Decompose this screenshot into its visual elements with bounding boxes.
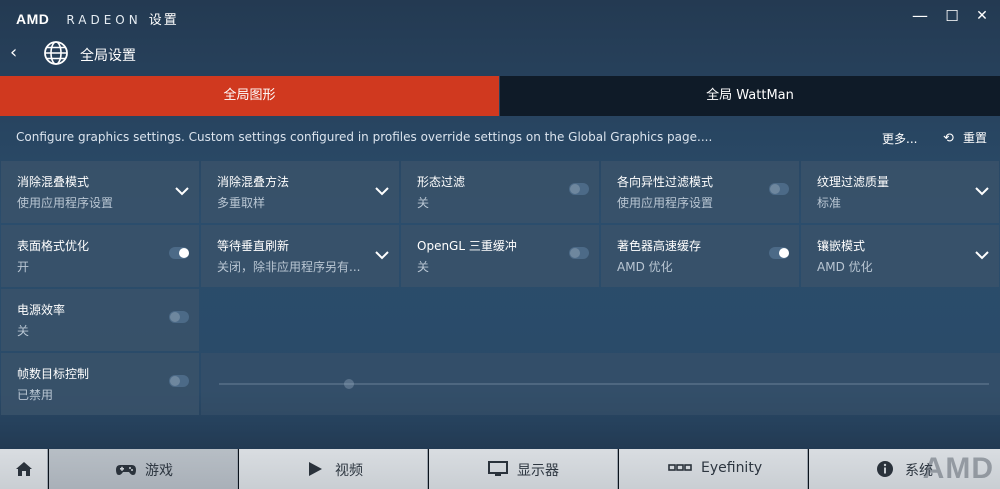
setting-value: 关 — [417, 260, 430, 274]
setting-tile[interactable]: 各向异性过滤模式 使用应用程序设置 — [601, 161, 799, 223]
setting-label: 著色器高速缓存 — [617, 239, 702, 253]
chevron-down-icon[interactable] — [175, 181, 189, 196]
setting-tile[interactable]: 电源效率关 — [1, 289, 199, 351]
maximize-button[interactable]: ☐ — [942, 6, 962, 26]
amd-watermark-logo: AMD — [922, 452, 994, 485]
close-button[interactable]: ✕ — [972, 6, 992, 26]
toggle-knob — [770, 184, 780, 194]
page-title: 全局设置 — [80, 48, 136, 64]
info-icon — [875, 459, 895, 479]
setting-tile[interactable]: 形态过滤关 — [401, 161, 599, 223]
reset-button[interactable]: ⟲ 重置 — [943, 129, 987, 146]
reset-icon: ⟲ — [943, 131, 954, 146]
title-bar: AMD RADEON 设置 — ☐ ✕ — [0, 0, 1000, 34]
nav-eyefinity[interactable]: Eyefinity — [619, 449, 808, 489]
setting-tile[interactable]: 消除混叠模式使用应用程序设置 — [1, 161, 199, 223]
chevron-down-icon[interactable] — [375, 181, 389, 196]
play-icon — [305, 459, 325, 479]
setting-tile[interactable]: 镶嵌模式 AMD 优化 — [801, 225, 999, 287]
setting-tile[interactable]: 著色器高速缓存 AMD 优化 — [601, 225, 799, 287]
globe-icon — [43, 40, 69, 66]
setting-tile[interactable]: 纹理过滤质量 标准 — [801, 161, 999, 223]
nav-games-label: 游戏 — [145, 463, 173, 479]
setting-value: 开 — [17, 260, 30, 274]
setting-label: 帧数目标控制 — [17, 367, 90, 381]
setting-label: 消除混叠模式 — [17, 175, 90, 189]
amd-logo: AMD — [16, 11, 50, 27]
setting-value: 多重取样 — [217, 196, 266, 210]
chevron-down-icon[interactable] — [375, 245, 389, 260]
setting-tile[interactable]: 表面格式优化开 — [1, 225, 199, 287]
info-bar: Configure graphics settings. Custom sett… — [0, 118, 1000, 158]
setting-label: 等待垂直刷新 — [217, 239, 290, 253]
nav-display-label: 显示器 — [517, 463, 559, 479]
setting-value: 标准 — [817, 196, 842, 210]
setting-label: 电源效率 — [17, 303, 66, 317]
app-brand: AMD RADEON 设置 — [16, 9, 179, 28]
home-icon — [14, 459, 34, 479]
toggle-switch[interactable] — [769, 247, 789, 259]
setting-tile[interactable]: 帧数目标控制 已禁用 — [1, 353, 199, 415]
setting-tile[interactable]: 等待垂直刷新关闭，除非应用程序另有... — [201, 225, 399, 287]
frame-target-slider[interactable] — [201, 353, 1000, 415]
toggle-knob — [170, 312, 180, 322]
setting-label: 纹理过滤质量 — [817, 175, 890, 189]
tab-global-graphics[interactable]: 全局图形 — [0, 76, 499, 116]
setting-label: 各向异性过滤模式 — [617, 175, 714, 189]
tab-global-wattman[interactable]: 全局 WattMan — [500, 76, 1000, 116]
setting-value: 使用应用程序设置 — [617, 196, 714, 210]
nav-games[interactable]: 游戏 — [49, 449, 238, 489]
tab-bar: 全局图形 全局 WattMan — [0, 76, 1000, 116]
setting-label: 镶嵌模式 — [817, 239, 866, 253]
setting-tile[interactable]: 消除混叠方法 多重取样 — [201, 161, 399, 223]
slider-knob[interactable] — [344, 379, 354, 389]
gamepad-icon — [115, 459, 136, 479]
toggle-switch[interactable] — [569, 183, 589, 195]
toggle-switch[interactable] — [169, 247, 189, 259]
toggle-switch[interactable] — [169, 375, 189, 387]
chevron-down-icon[interactable] — [975, 245, 989, 260]
setting-value: 关 — [417, 196, 430, 210]
page-header: ‹ 全局设置 — [0, 34, 1000, 74]
toggle-knob — [170, 376, 180, 386]
setting-value: 使用应用程序设置 — [17, 196, 114, 210]
radeon-label: RADEON — [66, 13, 142, 27]
nav-video-label: 视频 — [335, 463, 363, 479]
bottom-nav: 游戏 视频 显示器 Eyefinity 系统 AMD — [0, 449, 1000, 489]
toggle-switch[interactable] — [569, 247, 589, 259]
reset-label: 重置 — [963, 131, 988, 145]
toggle-switch[interactable] — [769, 183, 789, 195]
home-button[interactable] — [0, 449, 48, 489]
setting-tile[interactable]: OpenGL 三重缓冲关 — [401, 225, 599, 287]
nav-system[interactable]: 系统 AMD — [809, 449, 1000, 489]
setting-value: 关 — [17, 324, 30, 338]
setting-label: 形态过滤 — [417, 175, 466, 189]
setting-value: AMD 优化 — [617, 260, 673, 274]
nav-video[interactable]: 视频 — [239, 449, 428, 489]
toggle-knob — [570, 184, 580, 194]
chevron-down-icon[interactable] — [975, 181, 989, 196]
back-button[interactable]: ‹ — [10, 42, 26, 63]
eyefinity-icon — [667, 459, 693, 479]
toggle-knob — [779, 248, 789, 258]
setting-label: 表面格式优化 — [17, 239, 90, 253]
monitor-icon — [487, 459, 508, 479]
setting-value: 关闭，除非应用程序另有... — [217, 260, 361, 274]
setting-label: 消除混叠方法 — [217, 175, 290, 189]
toggle-knob — [179, 248, 189, 258]
toggle-knob — [570, 248, 580, 258]
minimize-button[interactable]: — — [910, 6, 930, 26]
settings-label: 设置 — [148, 13, 179, 28]
toggle-switch[interactable] — [169, 311, 189, 323]
nav-display[interactable]: 显示器 — [429, 449, 618, 489]
setting-value: 已禁用 — [17, 388, 54, 402]
more-link[interactable]: 更多... — [882, 130, 917, 147]
info-description: Configure graphics settings. Custom sett… — [16, 130, 713, 144]
setting-value: AMD 优化 — [817, 260, 873, 274]
slider-track — [219, 383, 989, 385]
setting-label: OpenGL 三重缓冲 — [417, 239, 517, 253]
nav-eyefinity-label: Eyefinity — [701, 460, 763, 476]
